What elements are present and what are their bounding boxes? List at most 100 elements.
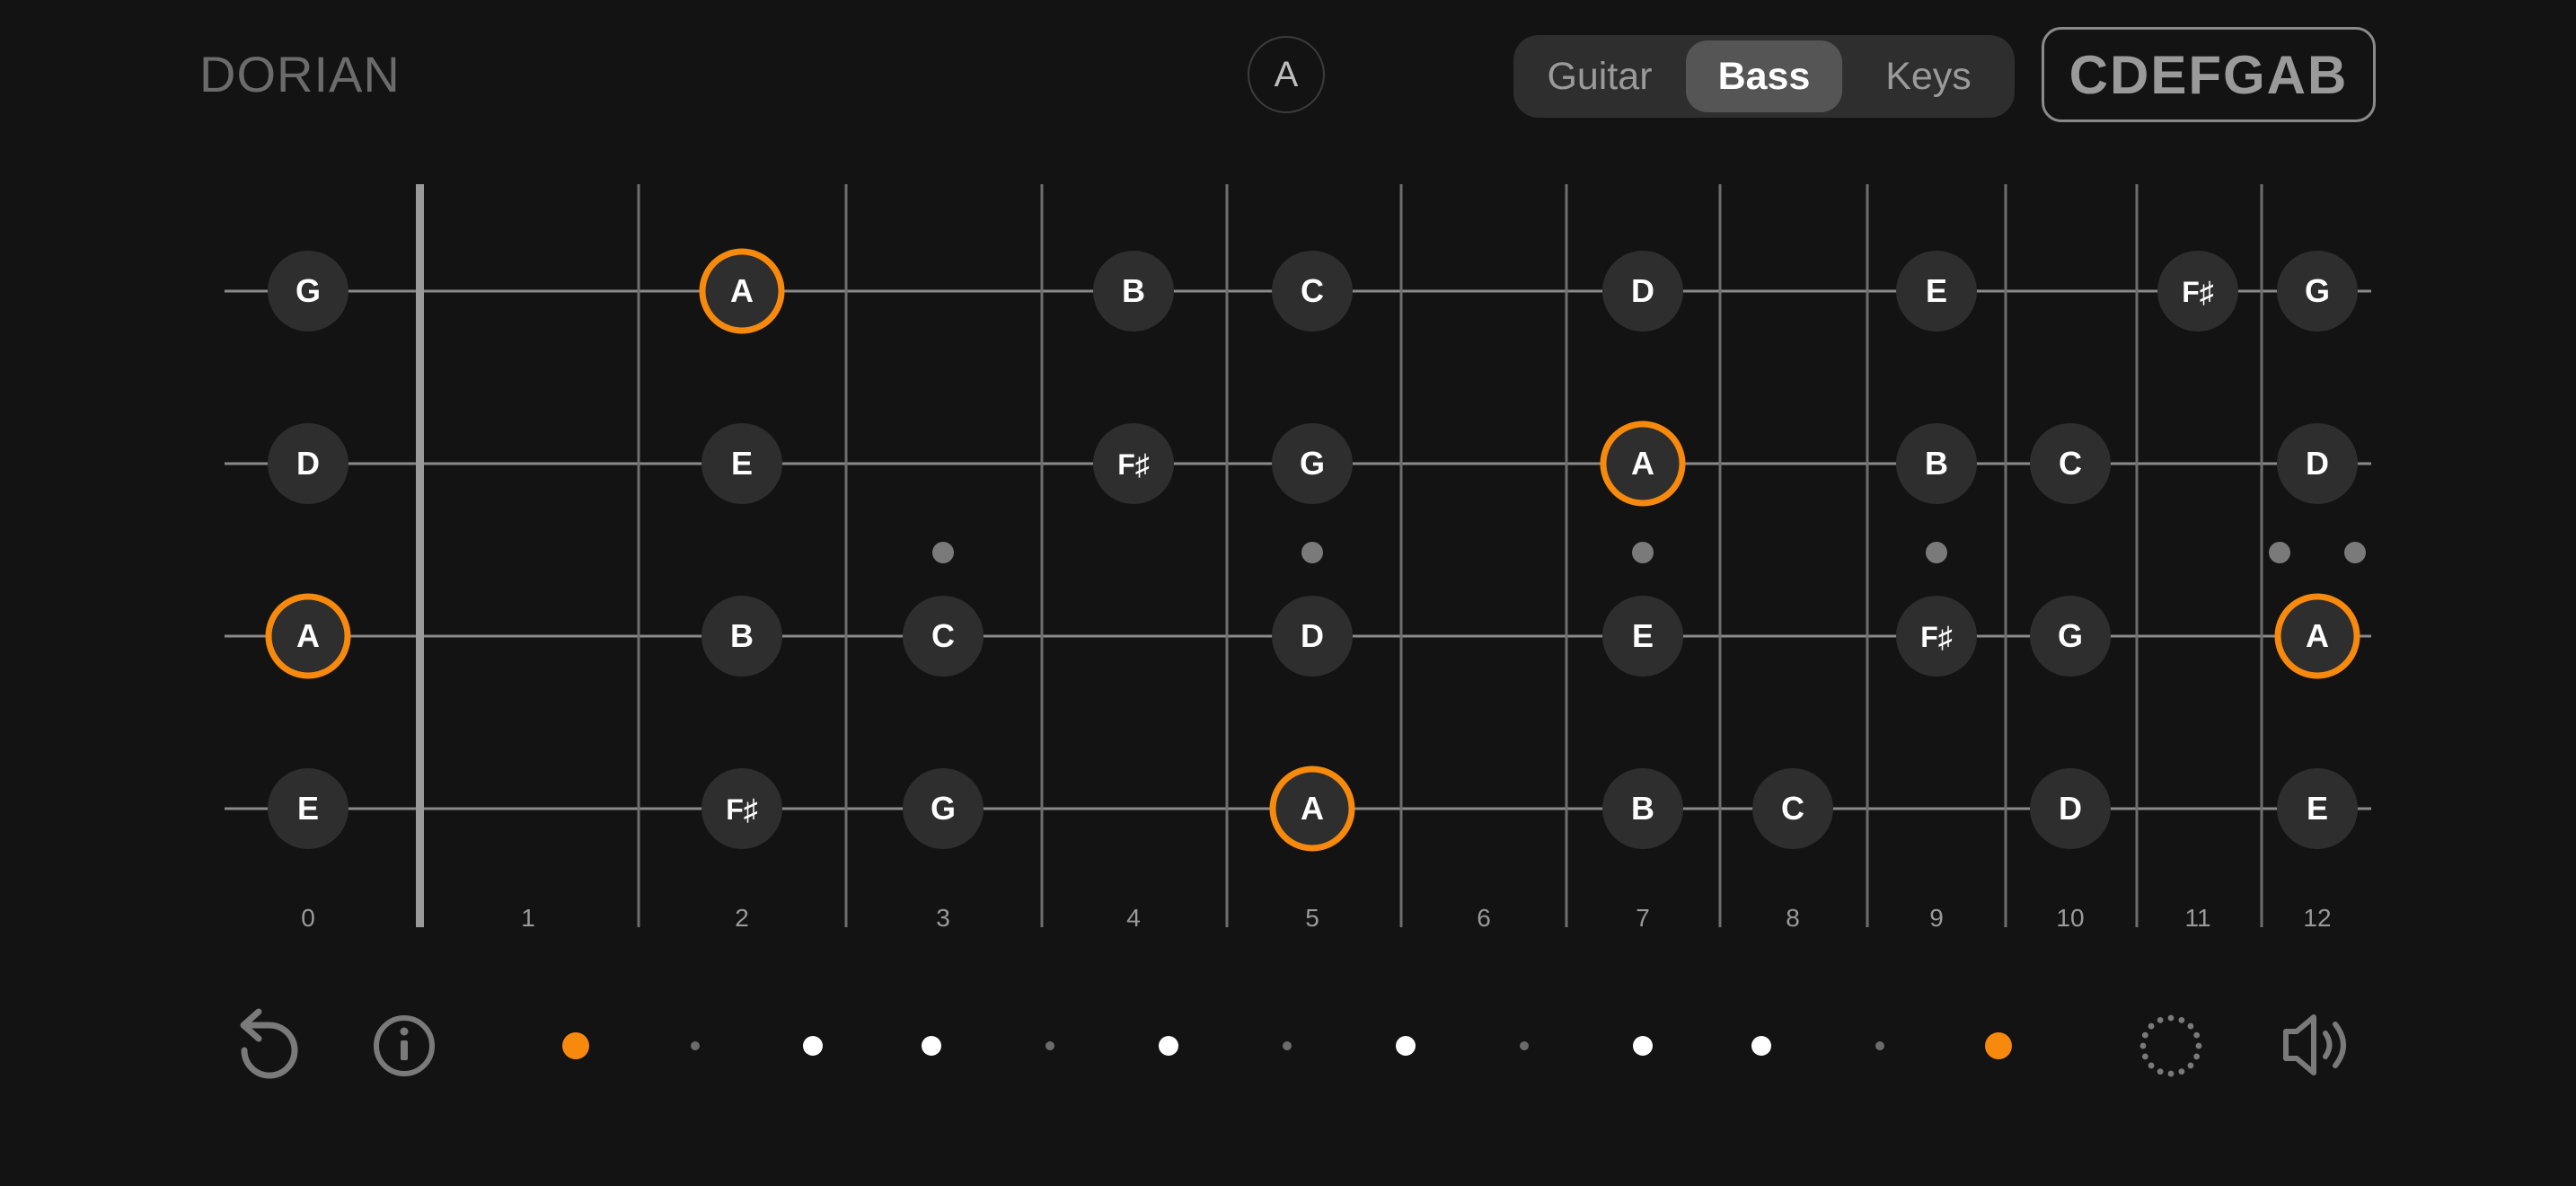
note-E-fret-2[interactable]: F♯ [701, 768, 782, 849]
note-E-fret-0[interactable]: E [268, 768, 348, 849]
note-E-fret-3[interactable]: G [903, 768, 984, 849]
note-label: G [296, 272, 321, 309]
note-D-fret-7[interactable]: A [1600, 420, 1686, 507]
note-D-fret-5[interactable]: G [1272, 423, 1353, 504]
note-E-fret-5[interactable]: A [1269, 766, 1355, 852]
scale-notes-button[interactable]: CDEFGAB [2042, 27, 2376, 122]
note-E-fret-10[interactable]: D [2030, 768, 2111, 849]
note-A-fret-3[interactable]: C [903, 596, 984, 677]
spinner-dot [2157, 1016, 2164, 1023]
scale-step-dot-9 [1520, 1041, 1529, 1050]
note-A-fret-7[interactable]: E [1602, 596, 1683, 677]
note-label: B [1122, 272, 1145, 309]
scale-step-dot-12 [1875, 1041, 1884, 1050]
fret-marker-7 [1632, 542, 1654, 563]
root-note-button[interactable]: A [1248, 36, 1325, 113]
spinner-dot [2148, 1062, 2155, 1069]
note-D-fret-0[interactable]: D [268, 423, 348, 504]
note-label: E [1926, 272, 1947, 309]
spinner-dot [2187, 1062, 2194, 1069]
note-label: A [1301, 790, 1324, 827]
instrument-guitar-tab[interactable]: Guitar [1521, 40, 1679, 112]
note-D-fret-4[interactable]: F♯ [1093, 423, 1174, 504]
mode-title: DORIAN [199, 46, 401, 102]
fret-number-11: 11 [2184, 904, 2210, 932]
note-G-fret-4[interactable]: B [1093, 251, 1174, 332]
fret-number-4: 4 [1126, 904, 1141, 932]
note-label: C [1781, 790, 1804, 827]
note-E-fret-8[interactable]: C [1752, 768, 1833, 849]
note-G-fret-5[interactable]: C [1272, 251, 1353, 332]
speaker-icon[interactable] [2283, 1014, 2346, 1075]
instrument-bass-tab[interactable]: Bass [1686, 40, 1842, 112]
note-A-fret-2[interactable]: B [701, 596, 782, 677]
scale-step-dot-5 [1045, 1041, 1054, 1050]
scale-step-dot-7 [1283, 1041, 1292, 1050]
spinner-dot [2178, 1016, 2185, 1023]
note-label: D [2306, 445, 2329, 482]
instrument-selector: Guitar Bass Keys [1513, 35, 2015, 118]
note-label: A [2306, 617, 2329, 654]
fret-number-2: 2 [735, 904, 749, 932]
spinner-dot [2139, 1042, 2147, 1049]
scale-step-dot-4 [922, 1036, 941, 1056]
note-G-fret-7[interactable]: D [1602, 251, 1683, 332]
note-A-fret-10[interactable]: G [2030, 596, 2111, 677]
note-A-fret-0[interactable]: A [265, 593, 351, 679]
fret-number-5: 5 [1305, 904, 1319, 932]
note-D-fret-2[interactable]: E [701, 423, 782, 504]
bottom-controls [240, 1008, 2346, 1079]
note-label: B [1925, 445, 1948, 482]
note-label: D [1301, 617, 1324, 654]
note-label: G [2058, 617, 2083, 654]
note-D-fret-9[interactable]: B [1896, 423, 1977, 504]
scale-step-dot-13 [1985, 1032, 2012, 1059]
spinner-dot [2148, 1022, 2155, 1030]
loading-spinner-icon[interactable] [2139, 1014, 2202, 1077]
note-G-fret-2[interactable]: A [699, 248, 785, 334]
note-A-fret-12[interactable]: A [2274, 593, 2360, 679]
fret-number-0: 0 [301, 904, 315, 932]
note-label: A [296, 617, 320, 654]
scale-step-dot-11 [1751, 1036, 1771, 1056]
fret-marker-12-b [2344, 542, 2366, 563]
note-D-fret-10[interactable]: C [2030, 423, 2111, 504]
scale-step-indicator [562, 1032, 2012, 1059]
spinner-dot [2195, 1042, 2202, 1049]
note-E-fret-7[interactable]: B [1602, 768, 1683, 849]
note-label: A [1631, 445, 1654, 482]
spinner-dot [2167, 1070, 2175, 1077]
spinner-dot [2193, 1053, 2201, 1060]
note-G-fret-0[interactable]: G [268, 251, 348, 332]
scale-step-dot-1 [562, 1032, 589, 1059]
spinner-dot [2157, 1068, 2164, 1075]
note-label: D [1631, 272, 1654, 309]
note-G-fret-11[interactable]: F♯ [2157, 251, 2238, 332]
fret-number-7: 7 [1636, 904, 1650, 932]
fret-number-9: 9 [1929, 904, 1944, 932]
note-label: D [2059, 790, 2082, 827]
spinner-dot [2187, 1022, 2194, 1030]
note-E-fret-12[interactable]: E [2277, 768, 2358, 849]
note-label: G [931, 790, 956, 827]
instrument-keys-tab[interactable]: Keys [1849, 40, 2007, 112]
note-D-fret-12[interactable]: D [2277, 423, 2358, 504]
note-A-fret-9[interactable]: F♯ [1896, 596, 1977, 677]
fret-number-8: 8 [1786, 904, 1800, 932]
note-A-fret-5[interactable]: D [1272, 596, 1353, 677]
note-label: F♯ [1920, 621, 1953, 653]
replay-icon[interactable] [240, 1008, 298, 1079]
spinner-dot [2193, 1031, 2201, 1039]
fret-number-12: 12 [2303, 904, 2331, 932]
fretboard: 0 1 2 3 4 5 6 7 8 9 10 11 12G A B C D E F♯ GD E F♯ G A B C DA B C D E F… [225, 184, 2371, 932]
info-icon[interactable] [374, 1015, 435, 1076]
scale-step-dot-2 [691, 1041, 700, 1050]
note-label: C [931, 617, 955, 654]
fret-marker-12-a [2269, 542, 2290, 563]
note-G-fret-12[interactable]: G [2277, 251, 2358, 332]
fret-number-6: 6 [1477, 904, 1491, 932]
spinner-dot [2141, 1031, 2148, 1039]
note-G-fret-9[interactable]: E [1896, 251, 1977, 332]
fret-number-1: 1 [521, 904, 535, 932]
fret-marker-3 [932, 542, 954, 563]
